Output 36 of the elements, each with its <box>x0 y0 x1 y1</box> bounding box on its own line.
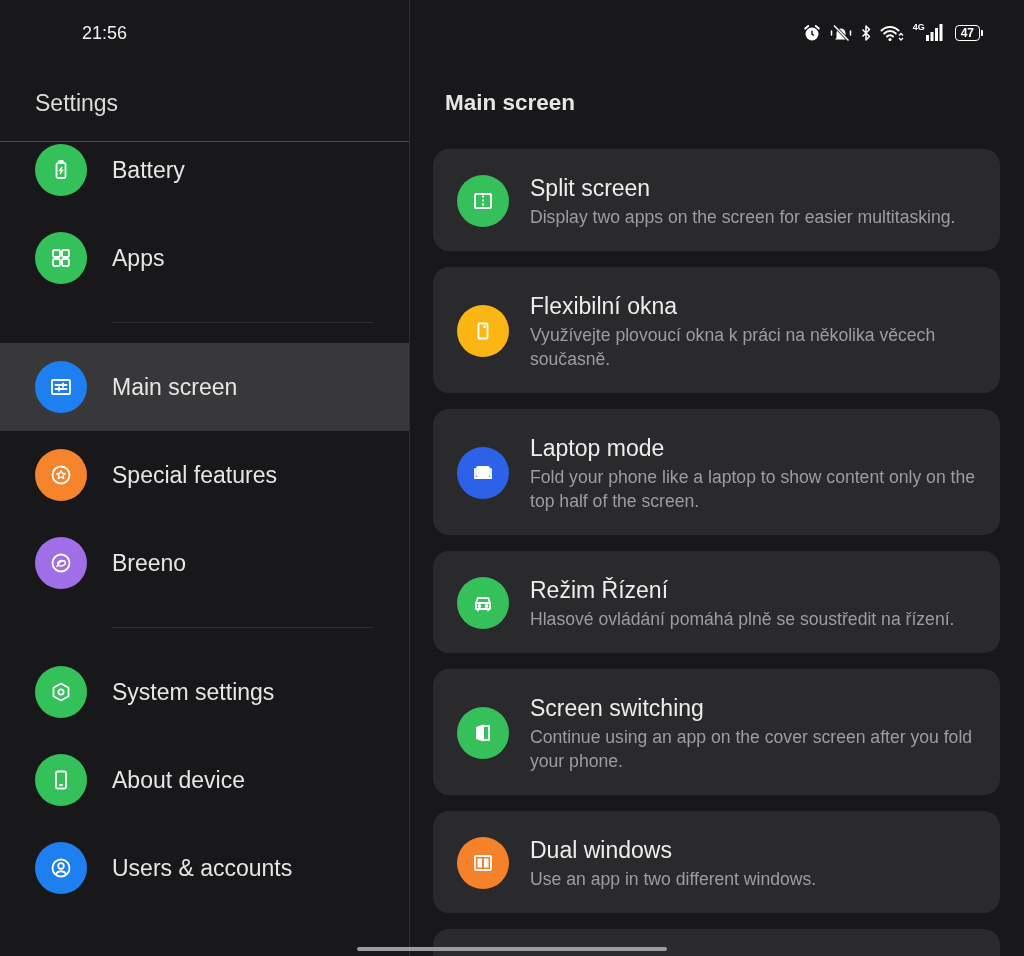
card-title: Split screen <box>530 174 651 203</box>
status-time: 21:56 <box>82 21 128 44</box>
signal-bars-icon <box>925 24 943 41</box>
sidebar-item[interactable]: Users & accounts <box>0 824 409 912</box>
wifi-icon <box>879 23 904 42</box>
settings-card[interactable]: Laptop mode Fold your phone like a laptop to show content only on the top half of the screen. <box>433 409 1000 535</box>
sidebar-item[interactable]: About device <box>0 736 409 824</box>
card-description: Use an app in two different windows. <box>530 868 817 891</box>
card-title: Laptop mode <box>530 434 665 463</box>
card-description: Continue using an app on the cover screen after you fold your phone. <box>530 726 974 773</box>
sidebar-item[interactable]: System settings <box>0 648 409 736</box>
card-description: Využívejte plovoucí okna k práci na několika věcech současně. <box>530 324 937 371</box>
page-title: Main screen <box>445 89 576 117</box>
bluetooth-icon <box>860 23 871 42</box>
settings-card[interactable]: Dual windows Use an app in two different windows. <box>433 811 1000 913</box>
card-description: Fold your phone like a laptop to show content only on the top half of the screen. <box>530 466 977 513</box>
sidebar-item[interactable]: Special features <box>0 431 409 519</box>
sidebar-item[interactable]: Battery <box>0 142 409 214</box>
settings-card[interactable]: Screen switching Continue using an app on the cover screen after you fold your phone. <box>433 669 1000 795</box>
card-description: Hlasové ovládání pomáhá plně se soustředit na řízení. <box>530 608 955 631</box>
card-title: Flexibilní okna <box>530 292 678 321</box>
sidebar-item[interactable]: Main screen <box>0 343 409 431</box>
sidebar-item[interactable]: Apps <box>0 214 409 302</box>
settings-card[interactable]: Flexibilní okna Využívejte plovoucí okna k práci na několika věcech současně. <box>433 267 1000 393</box>
battery-level: 47 <box>954 24 983 41</box>
sidebar-item[interactable]: Breeno <box>0 519 409 607</box>
card-title: Režim Řízení <box>530 576 669 605</box>
alarm-clock-icon <box>802 23 821 42</box>
card-description: Display two apps on the screen for easier multitasking. <box>530 206 956 229</box>
settings-card[interactable]: Split screen Display two apps on the screen for easier multitasking. <box>433 149 1000 251</box>
settings-card[interactable]: Režim Řízení Hlasové ovládání pomáhá plně se soustředit na řízení. <box>433 551 1000 653</box>
sidebar-title: Settings <box>35 89 119 117</box>
network-type-label: 4G <box>912 23 925 32</box>
card-title: Screen switching <box>530 694 704 723</box>
muted-bell-icon <box>829 23 852 42</box>
card-title: Dual windows <box>530 836 672 865</box>
